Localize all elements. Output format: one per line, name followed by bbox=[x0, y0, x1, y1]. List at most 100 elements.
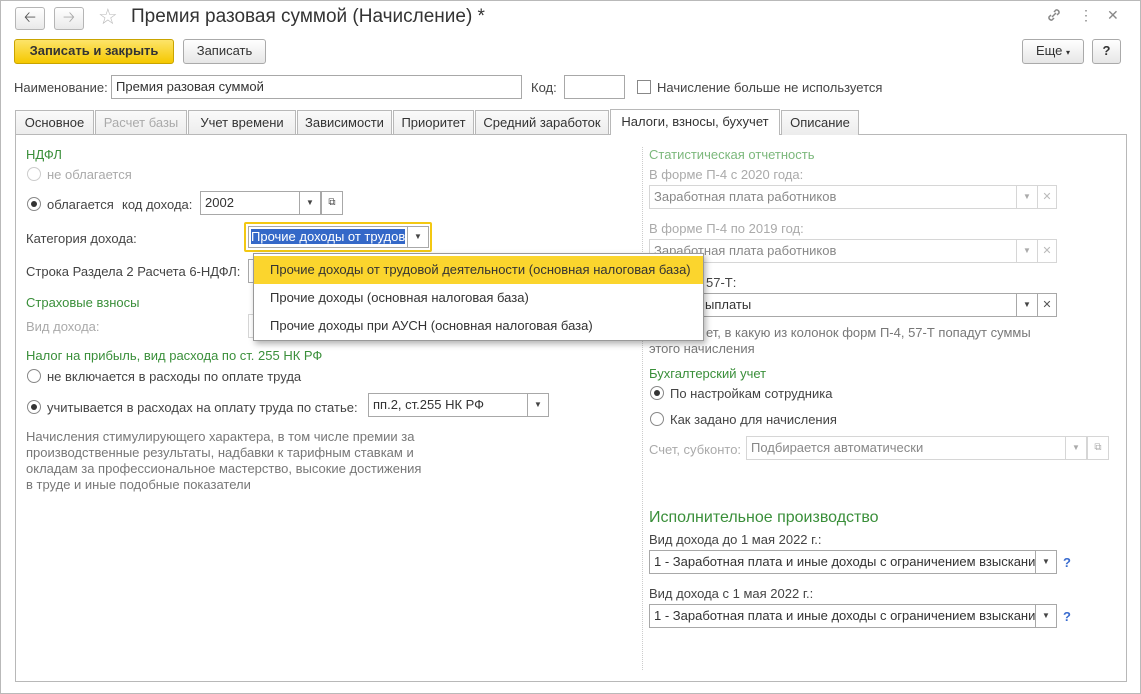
chevron-down-icon: ▾ bbox=[1066, 48, 1071, 57]
back-button[interactable]: 🡠 bbox=[15, 7, 45, 30]
p4-2019-clear-button[interactable]: ✕ bbox=[1037, 239, 1057, 263]
category-value: Прочие доходы от трудов bbox=[251, 229, 406, 244]
tab-base-calc[interactable]: Расчет базы bbox=[95, 110, 187, 135]
forward-button[interactable]: 🡢 bbox=[54, 7, 84, 30]
chevron-down-icon: ▼ bbox=[1023, 246, 1031, 255]
save-and-close-button[interactable]: Записать и закрыть bbox=[14, 39, 174, 64]
unused-label: Начисление больше не используется bbox=[657, 80, 883, 95]
stat-section-title: Статистическая отчетность bbox=[649, 147, 815, 162]
page-title: Премия разовая суммой (Начисление) * bbox=[131, 6, 485, 27]
not-included-radio[interactable] bbox=[27, 369, 41, 383]
more-vertical-icon[interactable]: ⋮ bbox=[1079, 7, 1093, 24]
taxed-label: облагается bbox=[47, 197, 114, 212]
code-label: Код: bbox=[531, 80, 557, 95]
income-code-open-button[interactable]: ⧉ bbox=[321, 191, 343, 215]
tab-main[interactable]: Основное bbox=[15, 110, 94, 135]
chevron-down-icon: ▼ bbox=[1072, 443, 1080, 452]
after-may-label: Вид дохода с 1 мая 2022 г.: bbox=[649, 586, 814, 601]
account-dropdown-button[interactable]: ▼ bbox=[1065, 436, 1087, 460]
chevron-down-icon: ▼ bbox=[1042, 557, 1050, 566]
income-code-input[interactable]: 2002 bbox=[200, 191, 300, 215]
p4-2020-dropdown-button[interactable]: ▼ bbox=[1016, 185, 1038, 209]
profit-note: Начисления стимулирующего характера, в т… bbox=[26, 429, 421, 493]
note-line: этого начисления bbox=[649, 341, 755, 356]
note-line: в труде и иные подобные показатели bbox=[26, 477, 251, 492]
income-type-label: Вид дохода: bbox=[26, 319, 100, 334]
close-icon[interactable]: ✕ bbox=[1107, 7, 1119, 24]
p4-2020-input[interactable]: Заработная плата работников bbox=[649, 185, 1017, 209]
before-may-dropdown-button[interactable]: ▼ bbox=[1035, 550, 1057, 574]
tab-description[interactable]: Описание bbox=[781, 110, 859, 135]
article-input[interactable]: пп.2, ст.255 НК РФ bbox=[368, 393, 528, 417]
income-code-dropdown-button[interactable]: ▼ bbox=[299, 191, 321, 215]
after-may-input[interactable]: 1 - Заработная плата и иные доходы с огр… bbox=[649, 604, 1036, 628]
star-icon[interactable]: ☆ bbox=[98, 4, 118, 30]
after-may-help-icon[interactable]: ? bbox=[1063, 609, 1071, 624]
chevron-down-icon: ▼ bbox=[1023, 192, 1031, 201]
category-dropdown-button[interactable]: ▼ bbox=[407, 226, 429, 248]
close-icon: ✕ bbox=[1042, 191, 1052, 203]
after-may-dropdown-button[interactable]: ▼ bbox=[1035, 604, 1057, 628]
p4-2019-dropdown-button[interactable]: ▼ bbox=[1016, 239, 1038, 263]
f57-input[interactable]: ыплаты bbox=[649, 293, 1017, 317]
row-6ndfl-label: Строка Раздела 2 Расчета 6-НДФЛ: bbox=[26, 264, 241, 279]
ndfl-section-title: НДФЛ bbox=[26, 147, 62, 162]
as-set-radio[interactable] bbox=[650, 412, 664, 426]
not-included-label: не включается в расходы по оплате труда bbox=[47, 369, 302, 384]
dropdown-option[interactable]: Прочие доходы от трудовой деятельности (… bbox=[254, 256, 703, 284]
unused-checkbox[interactable] bbox=[637, 80, 651, 94]
more-button[interactable]: Еще ▾ bbox=[1022, 39, 1084, 64]
account-label: Счет, субконто: bbox=[649, 442, 742, 457]
f57-dropdown-button[interactable]: ▼ bbox=[1016, 293, 1038, 317]
f57-clear-button[interactable]: ✕ bbox=[1037, 293, 1057, 317]
category-dropdown-list: Прочие доходы от трудовой деятельности (… bbox=[253, 253, 704, 341]
exec-section-title: Исполнительное производство bbox=[649, 509, 879, 526]
before-may-input[interactable]: 1 - Заработная плата и иные доходы с огр… bbox=[649, 550, 1036, 574]
tab-priority[interactable]: Приоритет bbox=[393, 110, 474, 135]
insurance-section-title: Страховые взносы bbox=[26, 295, 140, 310]
note-line: производственные результаты, надбавки к … bbox=[26, 445, 414, 460]
account-open-button[interactable]: ⧉ bbox=[1087, 436, 1109, 460]
arrow-right-icon: 🡢 bbox=[62, 9, 76, 26]
tab-taxes[interactable]: Налоги, взносы, бухучет bbox=[610, 109, 780, 135]
by-employee-label: По настройкам сотрудника bbox=[670, 386, 833, 401]
tab-average-earnings[interactable]: Средний заработок bbox=[475, 110, 609, 135]
p4-2020-clear-button[interactable]: ✕ bbox=[1037, 185, 1057, 209]
more-label: Еще bbox=[1035, 43, 1063, 58]
tab-time[interactable]: Учет времени bbox=[188, 110, 296, 135]
chevron-down-icon: ▼ bbox=[534, 400, 542, 409]
profit-tax-section-title: Налог на прибыль, вид расхода по ст. 255… bbox=[26, 348, 323, 363]
taxed-radio[interactable] bbox=[27, 197, 41, 211]
accounting-section-title: Бухгалтерский учет bbox=[649, 366, 767, 381]
close-icon: ✕ bbox=[1042, 299, 1052, 311]
not-taxed-radio[interactable] bbox=[27, 167, 41, 181]
save-button[interactable]: Записать bbox=[183, 39, 266, 64]
chevron-down-icon: ▼ bbox=[414, 232, 422, 241]
before-may-label: Вид дохода до 1 мая 2022 г.: bbox=[649, 532, 822, 547]
category-label: Категория дохода: bbox=[26, 231, 137, 246]
account-input[interactable]: Подбирается автоматически bbox=[746, 436, 1066, 460]
form-window: 🡠 🡢 ☆ Премия разовая суммой (Начисление)… bbox=[0, 0, 1141, 694]
as-set-label: Как задано для начисления bbox=[670, 412, 837, 427]
category-input[interactable]: Прочие доходы от трудов bbox=[248, 226, 408, 248]
tab-dependencies[interactable]: Зависимости bbox=[297, 110, 392, 135]
dropdown-option[interactable]: Прочие доходы при АУСН (основная налогов… bbox=[254, 312, 703, 340]
p4-2019-input[interactable]: Заработная плата работников bbox=[649, 239, 1017, 263]
stat-note: ет, в какую из колонок форм П-4, 57-Т по… bbox=[649, 325, 1031, 357]
dropdown-option[interactable]: Прочие доходы (основная налоговая база) bbox=[254, 284, 703, 312]
chevron-down-icon: ▼ bbox=[306, 198, 314, 207]
open-icon: ⧉ bbox=[1094, 442, 1102, 453]
article-dropdown-button[interactable]: ▼ bbox=[527, 393, 549, 417]
help-button[interactable]: ? bbox=[1092, 39, 1121, 64]
open-icon: ⧉ bbox=[328, 197, 336, 208]
included-label: учитывается в расходах на оплату труда п… bbox=[47, 400, 358, 415]
column-divider bbox=[642, 147, 643, 670]
before-may-help-icon[interactable]: ? bbox=[1063, 555, 1071, 570]
link-icon[interactable] bbox=[1046, 7, 1062, 26]
f57-label: 57-Т: bbox=[706, 275, 737, 290]
included-radio[interactable] bbox=[27, 400, 41, 414]
name-input[interactable]: Премия разовая суммой bbox=[111, 75, 522, 99]
by-employee-radio[interactable] bbox=[650, 386, 664, 400]
p4-2019-label: В форме П-4 по 2019 год: bbox=[649, 221, 804, 236]
code-input[interactable] bbox=[564, 75, 625, 99]
